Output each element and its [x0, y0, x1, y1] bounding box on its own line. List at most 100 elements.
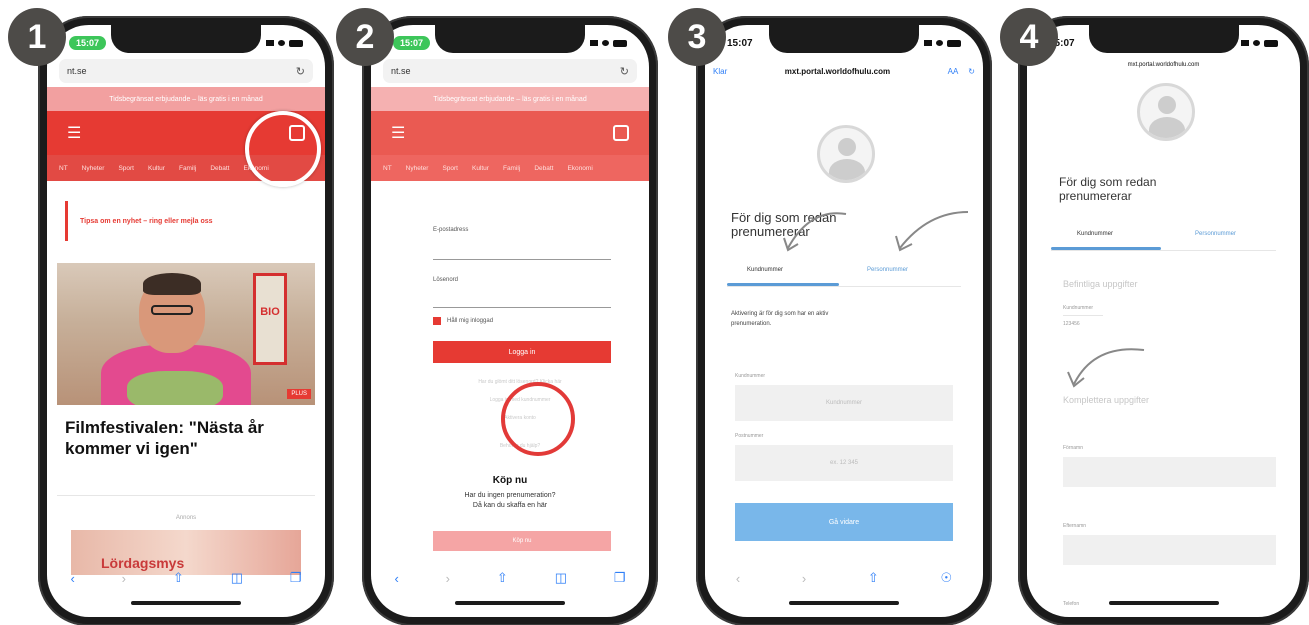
phone-2: 15:07 nt.se ↻ Tidsbegränsat erbjudande –… [362, 16, 658, 625]
highlight-ring-activate [501, 382, 575, 456]
domain-text: mxt.portal.worldofhulu.com [784, 66, 891, 76]
nav-item[interactable]: Nyheter [406, 165, 429, 172]
customer-number-input[interactable]: Kundnummer [735, 385, 953, 421]
phone-label: Telefon [1063, 601, 1080, 607]
email-label: E-postadress [433, 227, 469, 233]
reload-icon[interactable]: ↻ [620, 65, 629, 78]
photo-bouquet [127, 371, 223, 405]
nav-item[interactable]: Kultur [472, 165, 489, 172]
url-text: nt.se [391, 66, 411, 76]
buy-text-line: Då kan du skaffa en här [472, 502, 548, 509]
buy-button[interactable]: Köp nu [433, 531, 611, 551]
detail-label: Kundnummer [1063, 305, 1094, 311]
input-label-postal-code: Postnummer [735, 433, 764, 439]
url-bar[interactable]: nt.se ↻ [59, 59, 313, 83]
arrow-to-personal-tab-icon [895, 211, 969, 252]
intro-line: prenumeration. [731, 321, 772, 327]
back-icon[interactable]: ‹ [736, 571, 740, 586]
tab-divider [727, 286, 961, 287]
forward-icon[interactable]: › [122, 571, 126, 586]
url-text: nt.se [67, 66, 87, 76]
email-field[interactable] [433, 259, 611, 260]
safari-toolbar: ‹ › ⇧ ◫ ❐ [47, 561, 325, 595]
hamburger-menu-icon[interactable]: ☰ [67, 123, 81, 143]
article-photo[interactable]: BIO PLUS [57, 263, 315, 405]
first-name-input[interactable] [1063, 457, 1276, 487]
promo-banner[interactable]: Tidsbegränsat erbjudande – läs gratis i … [47, 87, 325, 111]
bio-sign: BIO [253, 273, 287, 365]
text-size-button[interactable]: AA [948, 67, 959, 76]
nav-item[interactable]: Nyheter [82, 165, 105, 172]
nav-item[interactable]: Kultur [148, 165, 165, 172]
buy-text-line: Har du ingen prenumeration? [464, 492, 556, 499]
continue-button[interactable]: Gå vidare [735, 503, 953, 541]
safari-toolbar: ‹ › ⇧ ☉ [705, 561, 983, 595]
section-nav: NT Nyheter Sport Kultur Familj Debatt Ek… [371, 155, 649, 181]
back-icon[interactable]: ‹ [394, 571, 398, 586]
password-field[interactable] [433, 307, 611, 308]
signal-battery-icons [590, 39, 627, 47]
tab-personal-number[interactable]: Personnummer [867, 267, 908, 273]
status-time: 15:07 [393, 36, 431, 50]
compass-icon[interactable]: ☉ [941, 570, 953, 586]
nav-item[interactable]: Ekonomi [567, 165, 592, 172]
tab-personal-number[interactable]: Personnummer [1195, 231, 1236, 237]
nav-item[interactable]: Familj [179, 165, 196, 172]
notch [111, 25, 261, 53]
back-icon[interactable]: ‹ [70, 571, 74, 586]
nav-item[interactable]: Debatt [534, 165, 553, 172]
nav-item[interactable]: NT [59, 165, 68, 172]
detail-divider [1063, 315, 1103, 316]
checkbox-icon[interactable] [433, 317, 441, 325]
nav-item[interactable]: Familj [503, 165, 520, 172]
last-name-input[interactable] [1063, 535, 1276, 565]
done-button[interactable]: Klar [713, 67, 727, 76]
forgot-password-link[interactable]: Har du glömt ditt lösenord? Klicka här [431, 379, 609, 385]
teaser-link[interactable]: Tipsa om en nyhet – ring eller mejla oss [65, 201, 307, 241]
reload-icon[interactable]: ↻ [968, 67, 975, 76]
in-app-browser-bar: Klar mxt.portal.worldofhulu.com AA ↻ [713, 61, 975, 81]
promo-banner[interactable]: Tidsbegränsat erbjudande – läs gratis i … [371, 87, 649, 111]
first-name-label: Förnamn [1063, 445, 1084, 451]
postal-code-input[interactable]: ex. 12 345 [735, 445, 953, 481]
forward-icon[interactable]: › [446, 571, 450, 586]
share-icon[interactable]: ⇧ [497, 570, 508, 586]
intro-text: Aktivering är för dig som har en aktiv p… [731, 309, 828, 329]
step-badge-2: 2 [336, 8, 394, 66]
detail-value: 123456 [1063, 321, 1080, 327]
hamburger-menu-icon[interactable]: ☰ [391, 123, 405, 143]
tab-customer-number[interactable]: Kundnummer [747, 267, 783, 273]
bookmarks-icon[interactable]: ◫ [231, 570, 243, 586]
safari-toolbar: ‹ › ⇧ ◫ ❐ [371, 561, 649, 595]
nav-item[interactable]: Debatt [210, 165, 229, 172]
complete-details-heading: Komplettera uppgifter [1063, 395, 1150, 405]
bio-sign-text: BIO [260, 306, 280, 318]
arrow-to-complete-details-icon [1067, 348, 1145, 388]
last-name-label: Efternamn [1063, 523, 1087, 529]
step-badge-4: 4 [1000, 8, 1058, 66]
article-headline[interactable]: Filmfestivalen: "Nästa år kommer vi igen… [65, 417, 307, 459]
nav-item[interactable]: Sport [442, 165, 458, 172]
status-time: 15:07 [69, 36, 107, 50]
share-icon[interactable]: ⇧ [868, 570, 879, 586]
phone-2-screen: 15:07 nt.se ↻ Tidsbegränsat erbjudande –… [371, 25, 649, 617]
nav-item[interactable]: Sport [118, 165, 134, 172]
url-bar[interactable]: nt.se ↻ [383, 59, 637, 83]
remember-me-checkbox[interactable]: Håll mig inloggad [433, 317, 493, 325]
forward-icon[interactable]: › [802, 571, 806, 586]
login-button[interactable]: Logga in [433, 341, 611, 363]
share-icon[interactable]: ⇧ [173, 570, 184, 586]
tabs-icon[interactable]: ❐ [290, 570, 302, 586]
login-icon[interactable] [613, 125, 629, 141]
phone-3-screen: 15:07 Klar mxt.portal.worldofhulu.com AA… [705, 25, 983, 617]
in-app-browser-bar: mxt.portal.worldofhulu.com [1035, 55, 1292, 75]
domain-text: mxt.portal.worldofhulu.com [1127, 62, 1200, 68]
tab-customer-number[interactable]: Kundnummer [1077, 231, 1113, 237]
notch [435, 25, 585, 53]
plus-badge: PLUS [287, 389, 311, 399]
tabs-icon[interactable]: ❐ [614, 570, 626, 586]
reload-icon[interactable]: ↻ [296, 65, 305, 78]
nav-item[interactable]: NT [383, 165, 392, 172]
bookmarks-icon[interactable]: ◫ [555, 570, 567, 586]
step-badge-1: 1 [8, 8, 66, 66]
